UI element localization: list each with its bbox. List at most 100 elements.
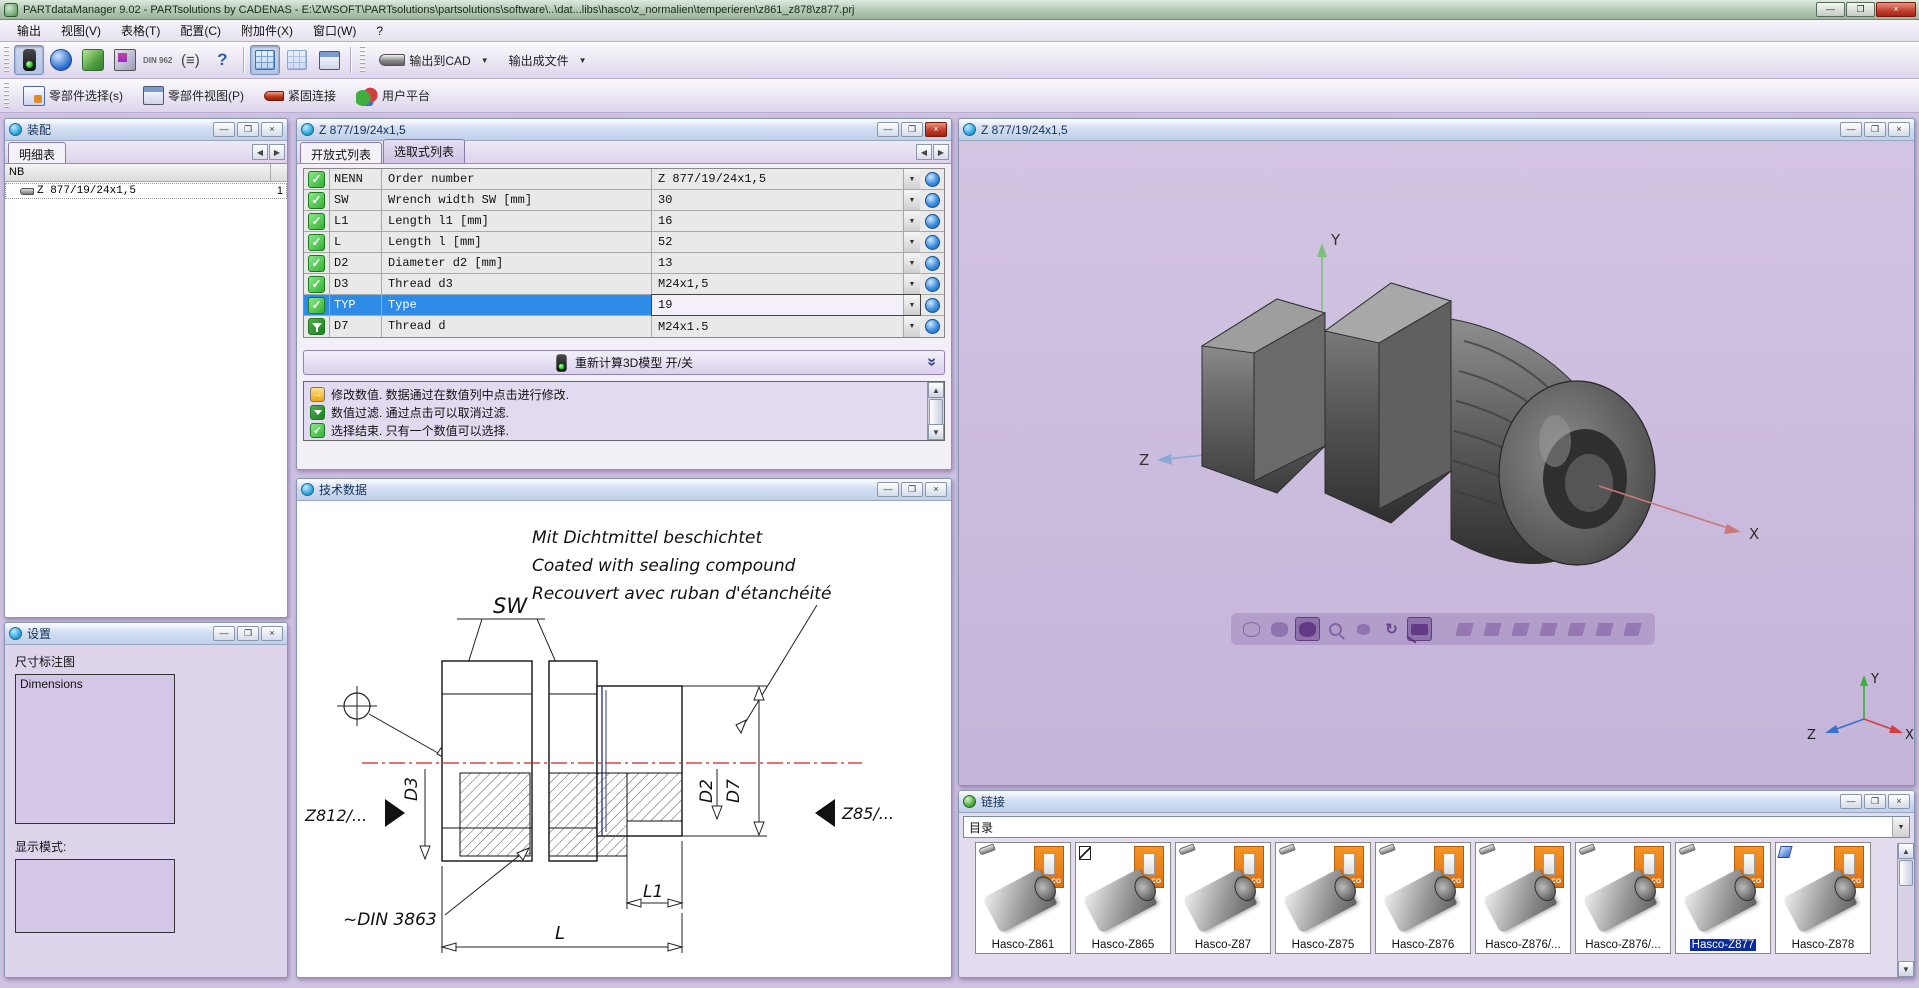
view-3d-titlebar[interactable]: Z 877/19/24x1,5 — ❐ × xyxy=(959,119,1914,141)
tab-bom[interactable]: 明细表 xyxy=(8,142,66,163)
param-value[interactable]: 30 xyxy=(652,190,903,210)
row-status-icon[interactable] xyxy=(308,255,325,272)
links-scrollbar[interactable]: ▲ ▼ xyxy=(1897,843,1914,977)
menu-view[interactable]: 视图(V) xyxy=(52,20,110,41)
catalog-item-z876a[interactable]: HASCO Hasco-Z876/... xyxy=(1475,842,1571,954)
info-ball-icon[interactable] xyxy=(925,172,940,187)
value-dropdown-button[interactable]: ▼ xyxy=(903,316,920,337)
tab-scroll-right-button[interactable]: ▶ xyxy=(933,144,949,160)
catalog-item-z877[interactable]: HASCO Hasco-Z877 xyxy=(1675,842,1771,954)
view-cube-back-icon[interactable] xyxy=(1480,617,1505,641)
view-cube-left-icon[interactable] xyxy=(1508,617,1533,641)
param-value-cell[interactable]: 16▼ xyxy=(652,211,920,231)
param-row-d2[interactable]: D2 Diameter d2 [mm] 13▼ xyxy=(304,253,944,274)
param-value-cell[interactable]: 13▼ xyxy=(652,253,920,273)
toolbar-grip[interactable] xyxy=(4,46,9,75)
scroll-down-button[interactable]: ▼ xyxy=(928,424,944,440)
panel-minimize-button[interactable]: — xyxy=(877,482,899,497)
view-cube-iso-icon[interactable] xyxy=(1620,617,1645,641)
user-platform-button[interactable]: 用户平台 xyxy=(347,81,439,111)
fastener-button[interactable]: 紧固连接 xyxy=(255,81,345,111)
value-dropdown-button[interactable]: ▼ xyxy=(903,295,920,315)
param-row-sw[interactable]: SW Wrench width SW [mm] 30▼ xyxy=(304,190,944,211)
row-status-icon[interactable] xyxy=(308,192,325,209)
assembly-row[interactable]: Z 877/19/24x1,5 1 xyxy=(5,183,287,199)
info-ball-icon[interactable] xyxy=(925,298,940,313)
info-ball-icon[interactable] xyxy=(925,277,940,292)
param-value[interactable]: M24x1,5 xyxy=(652,274,903,294)
window-layout-button[interactable] xyxy=(314,45,344,75)
param-value[interactable]: Z 877/19/24x1,5 xyxy=(652,169,903,189)
param-row-d7[interactable]: D7 Thread d M24x1.5▼ xyxy=(304,316,944,337)
info-ball-icon[interactable] xyxy=(925,256,940,271)
catalog-item-label[interactable]: Hasco-Z865 xyxy=(1092,939,1155,951)
help-button[interactable]: ? xyxy=(207,45,237,75)
param-value[interactable]: 52 xyxy=(652,232,903,252)
tab-scroll-left-button[interactable]: ◀ xyxy=(916,144,932,160)
column-header-qty[interactable] xyxy=(271,164,287,181)
expand-chevron-icon[interactable]: » xyxy=(923,358,941,367)
catalog-item-z876[interactable]: HASCO Hasco-Z876 xyxy=(1375,842,1471,954)
scroll-thumb[interactable] xyxy=(1899,860,1913,886)
catalog-item-z876b[interactable]: HASCO Hasco-Z876/... xyxy=(1575,842,1671,954)
param-value-cell[interactable]: Z 877/19/24x1,5▼ xyxy=(652,169,920,189)
scroll-up-button[interactable]: ▲ xyxy=(928,382,944,398)
menu-config[interactable]: 配置(C) xyxy=(171,20,230,41)
param-row-l[interactable]: L Length l [mm] 52▼ xyxy=(304,232,944,253)
tab-scroll-right-button[interactable]: ▶ xyxy=(269,144,285,160)
export-file-button[interactable]: 输出成文件 ▼ xyxy=(500,45,596,75)
shaded-view-icon[interactable] xyxy=(1295,617,1320,641)
scroll-up-button[interactable]: ▲ xyxy=(1898,843,1914,859)
part-selection-button[interactable]: 零部件选择(s) xyxy=(14,81,132,111)
assembly-list-header[interactable]: NB xyxy=(5,164,287,182)
info-ball-icon[interactable] xyxy=(925,235,940,250)
row-status-icon[interactable] xyxy=(308,276,325,293)
info-ball-icon[interactable] xyxy=(925,214,940,229)
param-value[interactable]: 16 xyxy=(652,211,903,231)
catalog-combobox[interactable]: 目录 ▼ xyxy=(963,816,1910,838)
menu-help[interactable]: ? xyxy=(367,22,392,40)
catalog-item-label[interactable]: Hasco-Z861 xyxy=(992,939,1055,951)
catalog-item-label[interactable]: Hasco-Z877 xyxy=(1690,939,1757,951)
panel-restore-button[interactable]: ❐ xyxy=(237,122,259,137)
row-status-icon[interactable] xyxy=(308,297,325,314)
view-cube-bottom-icon[interactable] xyxy=(1592,617,1617,641)
update-button[interactable] xyxy=(46,45,76,75)
view-cube-right-icon[interactable] xyxy=(1536,617,1561,641)
catalog-item-label[interactable]: Hasco-Z875 xyxy=(1292,939,1355,951)
view-cube-top-icon[interactable] xyxy=(1564,617,1589,641)
display-mode-listbox[interactable] xyxy=(15,859,175,933)
param-row-l1[interactable]: L1 Length l1 [mm] 16▼ xyxy=(304,211,944,232)
param-row-nenn[interactable]: NENN Order number Z 877/19/24x1,5▼ xyxy=(304,169,944,190)
panel-restore-button[interactable]: ❐ xyxy=(1864,122,1886,137)
param-value-cell[interactable]: 30▼ xyxy=(652,190,920,210)
panel-close-button[interactable]: × xyxy=(261,626,283,641)
panel-restore-button[interactable]: ❐ xyxy=(1864,794,1886,809)
column-header-nb[interactable]: NB xyxy=(5,164,271,181)
legend-scrollbar[interactable]: ▲ ▼ xyxy=(927,382,944,440)
param-value[interactable]: 19 xyxy=(652,295,903,315)
panel-restore-button[interactable]: ❐ xyxy=(901,122,923,137)
formula-button[interactable]: (≡) xyxy=(175,45,205,75)
export-options-button[interactable] xyxy=(110,45,140,75)
panel-close-button[interactable]: × xyxy=(1888,794,1910,809)
window-close-button[interactable]: × xyxy=(1876,2,1916,17)
technical-data-titlebar[interactable]: 技术数据 — ❐ × xyxy=(297,479,951,501)
catalog-item-z878[interactable]: HASCO Hasco-Z878 xyxy=(1775,842,1871,954)
catalog-item-label[interactable]: Hasco-Z876/... xyxy=(1585,939,1660,951)
row-filter-icon[interactable] xyxy=(308,318,325,335)
menu-table[interactable]: 表格(T) xyxy=(112,20,169,41)
param-value-input[interactable]: 19▼ xyxy=(652,295,920,315)
scroll-thumb[interactable] xyxy=(929,399,943,425)
toolbar-grip[interactable] xyxy=(360,46,365,75)
info-ball-icon[interactable] xyxy=(925,193,940,208)
catalog-button[interactable] xyxy=(78,45,108,75)
viewport-3d[interactable]: Y Z xyxy=(959,141,1914,785)
catalog-item-label[interactable]: Hasco-Z876 xyxy=(1392,939,1455,951)
zoom-object-icon[interactable] xyxy=(1351,617,1376,641)
panel-close-button[interactable]: × xyxy=(925,482,947,497)
rotate-view-icon[interactable]: ↻ xyxy=(1379,617,1404,641)
param-value-cell[interactable]: M24x1.5▼ xyxy=(652,316,920,337)
param-value[interactable]: 13 xyxy=(652,253,903,273)
value-dropdown-button[interactable]: ▼ xyxy=(903,211,920,231)
